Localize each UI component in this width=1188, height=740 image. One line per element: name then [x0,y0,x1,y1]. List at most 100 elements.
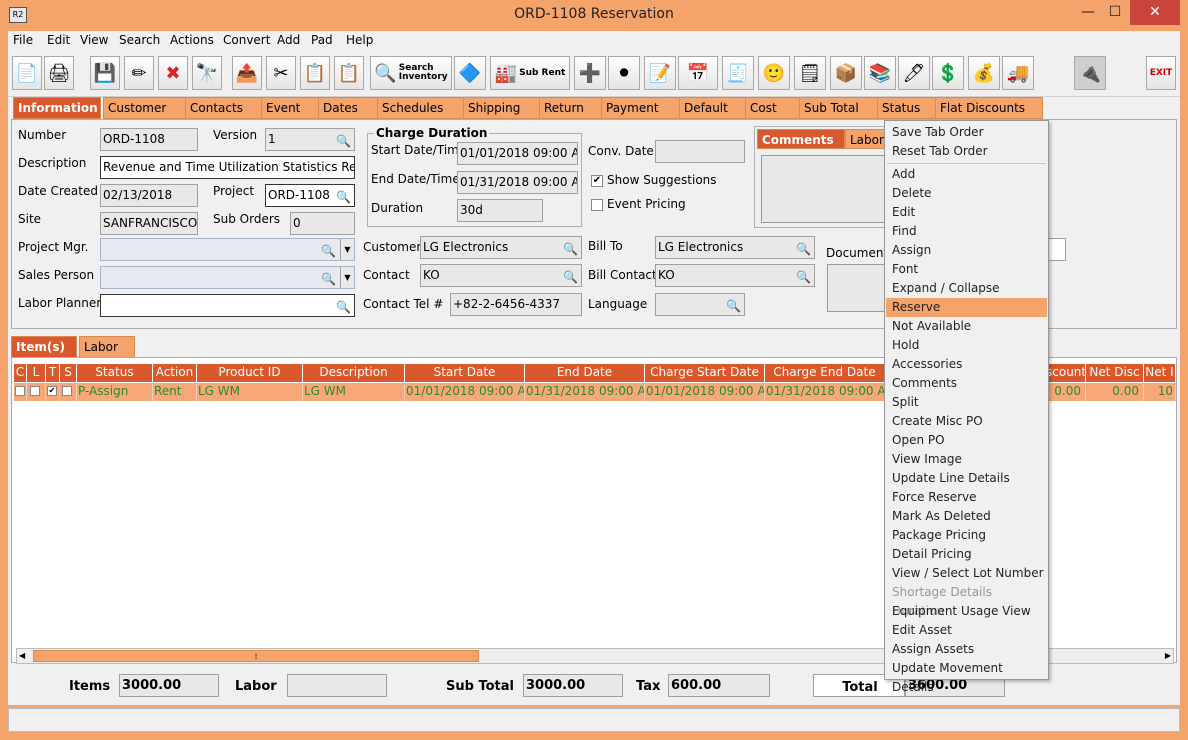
tab-contacts[interactable]: Contacts [185,97,265,119]
menu-item-view-image[interactable]: View Image [886,450,1047,469]
row-description[interactable]: LG WM [303,383,405,401]
version-field[interactable]: 1 🔍 [265,128,355,151]
project-manager-field[interactable]: 🔍 ▼ [100,238,355,261]
row-charge-start-date[interactable]: 01/01/2018 09:00 AM [645,383,765,401]
print-icon[interactable]: 🖨 [44,56,74,90]
menu-item-save-tab-order[interactable]: Save Tab Order [886,123,1047,142]
tab-customer[interactable]: Customer [103,97,189,119]
menu-item-mark-as-deleted[interactable]: Mark As Deleted [886,507,1047,526]
column-header-l[interactable]: L [27,364,46,382]
tab-information[interactable]: Information [13,97,101,119]
menu-item-equipment-usage-view[interactable]: Equipment Usage View [886,602,1047,621]
menu-item-assign[interactable]: Assign [886,241,1047,260]
menu-pad[interactable]: Pad [311,33,333,47]
coins-icon[interactable]: 💰 [968,56,1000,90]
truck-icon[interactable]: 🚚 [1002,56,1034,90]
box-icon[interactable]: 📦 [830,56,862,90]
customer-field[interactable]: LG Electronics 🔍 [420,236,582,259]
smiley-icon[interactable]: 🙂 [758,56,790,90]
shapes-icon[interactable]: 🔷 [454,56,486,90]
balls-icon[interactable]: ⚫ [608,56,640,90]
calendar-icon[interactable]: 📅 [678,56,718,90]
export-icon[interactable]: 📤 [232,56,262,90]
menu-item-edit[interactable]: Edit [886,203,1047,222]
row-checkbox-t[interactable]: ✔ [46,383,60,401]
search-icon[interactable]: 🔍 [336,131,351,150]
comments-textarea[interactable] [761,155,901,223]
tab-labor[interactable]: Labor [79,336,135,358]
start-datetime-field[interactable]: 01/01/2018 09:00 AM [457,142,578,165]
end-datetime-field[interactable]: 01/31/2018 09:00 AM [457,171,578,194]
column-header-c[interactable]: C [14,364,27,382]
column-header-discount[interactable]: scount [1046,364,1086,382]
column-header-start-date[interactable]: Start Date [405,364,525,382]
tab-comments[interactable]: Comments [757,129,845,149]
column-header-net-disc[interactable]: Net Disc [1086,364,1144,382]
menu-item-split[interactable]: Split [886,393,1047,412]
number-field[interactable]: ORD-1108 [100,128,198,151]
row-action[interactable]: Rent [153,383,197,401]
search-icon[interactable]: 🔍 [796,239,811,258]
checkbox[interactable] [15,386,25,396]
plug-icon[interactable]: 🔌 [1074,56,1106,90]
close-button[interactable]: ✕ [1130,0,1180,25]
menu-item-reserve[interactable]: Reserve [886,298,1047,317]
column-header-status[interactable]: Status [77,364,153,382]
bill-contact-field[interactable]: KO 🔍 [655,264,815,287]
search-inventory-button[interactable]: 🔍 Search Inventory [370,56,452,90]
tab-event[interactable]: Event [261,97,321,119]
tab-status[interactable]: Status [877,97,939,119]
delete-icon[interactable]: ✖ [158,56,188,90]
menu-item-find[interactable]: Find [886,222,1047,241]
row-end-date[interactable]: 01/31/2018 09:00 AM [525,383,645,401]
row-charge-end-date[interactable]: 01/31/2018 09:00 AM [765,383,885,401]
menu-item-open-po[interactable]: Open PO [886,431,1047,450]
column-header-net-i[interactable]: Net I [1144,364,1176,382]
checkbox[interactable] [30,386,40,396]
menu-item-hold[interactable]: Hold [886,336,1047,355]
paste-icon[interactable]: 📋 [334,56,364,90]
scrollbar-thumb[interactable]: ⁞ [33,650,479,662]
menu-item-expand-collapse[interactable]: Expand / Collapse [886,279,1047,298]
menu-item-update-movement-details[interactable]: Update Movement Details [886,659,1047,694]
menu-item-accessories[interactable]: Accessories [886,355,1047,374]
duration-field[interactable]: 30d [457,199,543,222]
row-checkbox-s[interactable] [60,383,77,401]
row-checkbox-l[interactable] [27,383,46,401]
conv-date-field[interactable] [655,140,745,163]
tab-cost[interactable]: Cost [745,97,803,119]
menu-add[interactable]: Add [277,33,300,47]
menu-item-force-reserve[interactable]: Force Reserve [886,488,1047,507]
date-created-field[interactable]: 02/13/2018 [100,184,198,207]
menu-view[interactable]: View [80,33,108,47]
column-header-charge-end-date[interactable]: Charge End Date [765,364,885,382]
menu-edit[interactable]: Edit [47,33,70,47]
checkbox-checked[interactable]: ✔ [47,386,57,396]
chevron-down-icon[interactable]: ▼ [340,267,354,288]
contact-tel-field[interactable]: +82-2-6456-4337 [450,293,582,316]
menu-item-not-available[interactable]: Not Available [886,317,1047,336]
menu-item-view-select-lot-number[interactable]: View / Select Lot Number [886,564,1047,583]
tab-default[interactable]: Default [679,97,749,119]
money-arrow-icon[interactable]: 💲 [932,56,964,90]
site-field[interactable]: SANFRANCISCO [100,212,198,235]
menu-item-update-line-details[interactable]: Update Line Details [886,469,1047,488]
tab-schedules[interactable]: Schedules [377,97,467,119]
language-field[interactable]: 🔍 [655,293,745,316]
tab-sub-total[interactable]: Sub Total [799,97,881,119]
menu-item-reset-tab-order[interactable]: Reset Tab Order [886,142,1047,161]
tab-shipping[interactable]: Shipping [463,97,543,119]
menu-item-comments[interactable]: Comments [886,374,1047,393]
search-icon[interactable]: 🔍 [321,241,336,260]
menu-help[interactable]: Help [346,33,373,47]
row-checkbox-c[interactable] [14,383,27,401]
row-start-date[interactable]: 01/01/2018 09:00 AM [405,383,525,401]
save-icon[interactable]: 💾 [90,56,120,90]
tab-items[interactable]: Item(s) [11,336,77,358]
binoculars-icon[interactable]: 🔭 [192,56,222,90]
menu-item-delete[interactable]: Delete [886,184,1047,203]
row-net-i[interactable]: 10 [1144,383,1176,401]
search-icon[interactable]: 🔍 [321,269,336,288]
column-header-charge-start-date[interactable]: Charge Start Date [645,364,765,382]
column-header-s[interactable]: S [60,364,77,382]
